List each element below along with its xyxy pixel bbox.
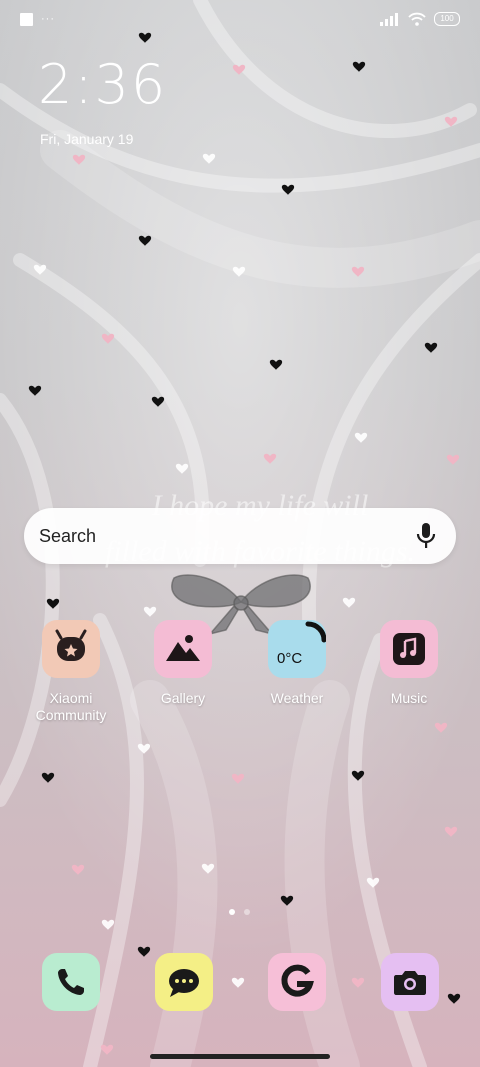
weather-icon: 0°C — [268, 620, 326, 678]
app-gallery[interactable]: Gallery — [128, 620, 238, 707]
clock[interactable]: 2:36 — [38, 58, 167, 112]
app-label-line: Xiaomi — [49, 690, 93, 706]
dock-phone-button[interactable] — [42, 953, 100, 1011]
home-indicator[interactable] — [150, 1054, 330, 1059]
app-label: Weather — [270, 690, 324, 706]
weather-temp: 0°C — [277, 650, 303, 667]
app-label-line: Community — [35, 707, 107, 723]
app-label: Gallery — [160, 690, 206, 706]
gallery-icon — [154, 620, 212, 678]
page-dot-active — [229, 909, 235, 915]
dock-messages-button[interactable] — [155, 953, 213, 1011]
signal-icon — [380, 12, 398, 26]
app-label: Xiaomi Community — [16, 690, 126, 724]
search-bar[interactable]: Search — [24, 508, 456, 564]
browser-icon — [281, 964, 314, 997]
phone-icon — [58, 969, 84, 995]
status-left: ··· — [20, 13, 55, 26]
app-label: Music — [390, 690, 428, 706]
messages-icon — [169, 969, 199, 997]
page-indicator — [229, 909, 250, 915]
dock-browser-button[interactable] — [268, 953, 326, 1011]
page-dot — [244, 909, 250, 915]
more-notifications-indicator: ··· — [41, 13, 55, 25]
notification-icon — [20, 13, 33, 26]
camera-icon — [394, 971, 426, 995]
date[interactable]: Fri, January 19 — [40, 131, 133, 147]
dock-camera-button[interactable] — [381, 953, 439, 1011]
search-placeholder: Search — [39, 526, 97, 546]
status-bar: ··· 100 — [0, 0, 480, 40]
music-icon — [380, 620, 438, 678]
microphone-icon[interactable] — [414, 522, 438, 550]
status-right: 100 — [380, 12, 460, 26]
battery-indicator: 100 — [434, 12, 460, 26]
app-music[interactable]: Music — [354, 620, 464, 707]
wifi-icon — [408, 12, 426, 26]
app-xiaomi-community[interactable]: Xiaomi Community — [16, 620, 126, 724]
app-weather[interactable]: 0°C Weather — [242, 620, 352, 707]
home-screen: ··· 100 2:36 Fri, January 19 I hope my l… — [0, 0, 480, 1067]
xiaomi-community-icon — [42, 620, 100, 678]
